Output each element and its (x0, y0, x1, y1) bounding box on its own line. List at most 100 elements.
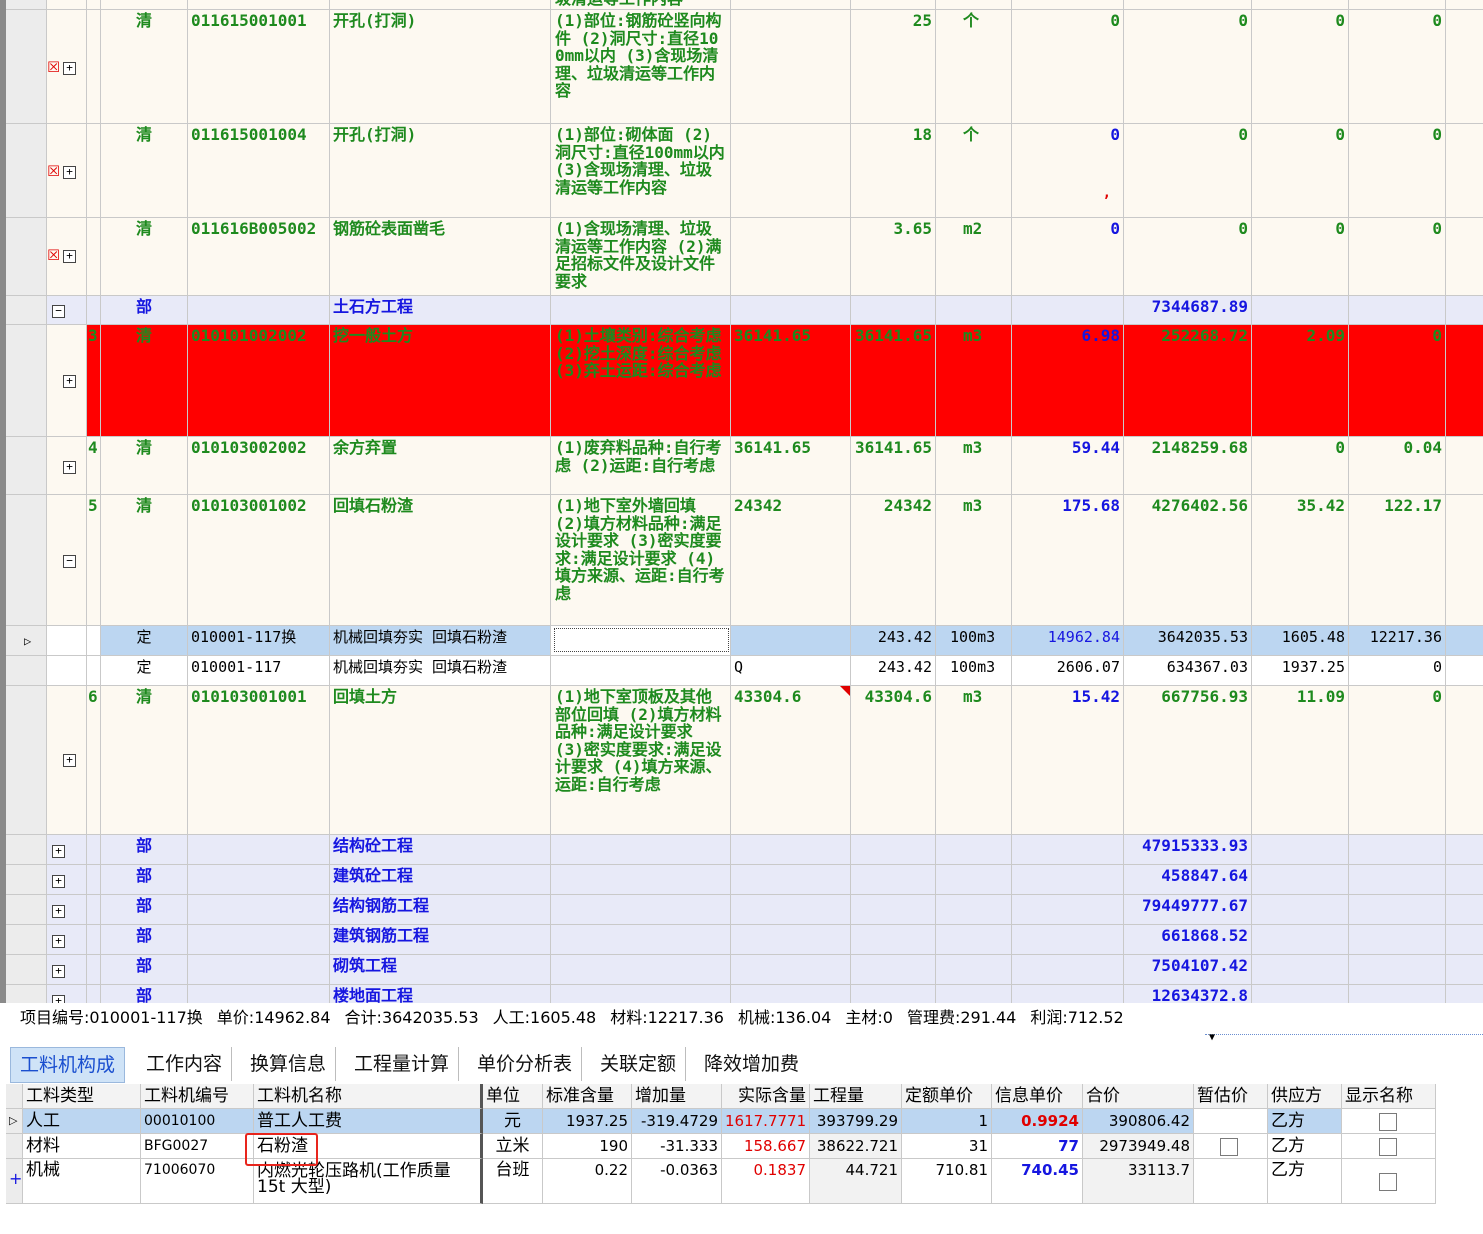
expand-toggle-icon[interactable]: + (52, 965, 65, 978)
section-row[interactable]: − 部 土石方工程 7344687.89 (6, 296, 1483, 325)
column-header[interactable]: 增加量 (632, 1084, 722, 1109)
column-header[interactable]: 合价 (1083, 1084, 1194, 1109)
column-header[interactable]: 暂估价 (1194, 1084, 1268, 1109)
info-price[interactable]: 77 (992, 1134, 1083, 1159)
add-amount[interactable]: -0.0363 (632, 1159, 722, 1204)
expand-toggle-icon[interactable]: + (63, 375, 76, 388)
add-amount[interactable]: -31.333 (632, 1134, 722, 1159)
expand-plus-icon[interactable]: + (6, 1159, 23, 1204)
quota-row[interactable]: 定 010001-117 机械回填夯实 回填石粉渣 Q 243.42 100m3… (6, 656, 1483, 686)
show-name-cell (1342, 1109, 1436, 1134)
quantity-cell: 18 (851, 124, 936, 218)
tab-conversion-info[interactable]: 换算信息 (241, 1047, 337, 1081)
table-row[interactable]: + ☒ 清 011615001004 开孔(打洞) (1)部位:砌体面 (2)洞… (6, 124, 1483, 218)
expand-toggle-icon[interactable]: + (63, 166, 76, 179)
show-name-cell (1342, 1159, 1436, 1204)
collapse-toggle-icon[interactable]: − (63, 555, 76, 568)
quantity: 38622.721 (810, 1134, 902, 1159)
column-header[interactable]: 工料机编号 (141, 1084, 254, 1109)
column-header[interactable]: 工料类型 (23, 1084, 141, 1109)
table-row[interactable]: + 4 清 010103002002 余方弃置 (1)废弃料品种:自行考虑 (2… (6, 437, 1483, 495)
tab-efficiency-surcharge[interactable]: 降效增加费 (695, 1047, 808, 1081)
quota-row-selected[interactable]: ▷ 定 010001-117换 机械回填夯实 回填石粉渣 243.42 100m… (6, 626, 1483, 656)
quota-price: 1 (902, 1109, 992, 1134)
column-header[interactable]: 信息单价 (992, 1084, 1083, 1109)
supplier[interactable]: 乙方 (1268, 1159, 1342, 1204)
add-amount[interactable]: -319.4729 (632, 1109, 722, 1134)
estimate-checkbox[interactable] (1220, 1138, 1238, 1156)
table-row[interactable]: + ☒ 清 011615001001 开孔(打洞) (1)部位:钢筋砼竖向构件 … (6, 10, 1483, 124)
show-name-checkbox[interactable] (1379, 1138, 1397, 1156)
section-row[interactable]: + 部 建筑砼工程 458847.64 (6, 865, 1483, 895)
estimate-cell (1194, 1159, 1268, 1204)
resource-row[interactable]: + 机械 71006070 内燃光轮压路机(工作质量15t 大型) 台班 0.2… (6, 1159, 1436, 1204)
type-cell: 清 (101, 495, 188, 626)
collapse-toggle-icon[interactable]: − (52, 305, 65, 318)
resource-row[interactable]: 材料 BFG0027 石粉渣 立米 190 -31.333 158.667 38… (6, 1134, 1436, 1159)
table-row[interactable]: + ☒ 清 011616B005002 钢筋砼表面凿毛 (1)含现场清理、垃圾清… (6, 218, 1483, 296)
actual-content[interactable]: 158.667 (722, 1134, 810, 1159)
tab-resource-composition[interactable]: 工料机构成 (10, 1047, 126, 1083)
table-row-highlighted[interactable]: + 3 清 010101002002 挖一般土方 (1)土壤类别:综合考虑 (2… (6, 325, 1483, 437)
actual-content[interactable]: 0.1837 (722, 1159, 810, 1204)
expand-toggle-icon[interactable]: + (52, 935, 65, 948)
actual-content[interactable]: 1617.7771 (722, 1109, 810, 1134)
table-row[interactable]: + 6 清 010103001001 回填土方 (1)地下室顶板及其他部位回填 … (6, 686, 1483, 835)
expand-toggle-icon[interactable]: + (63, 62, 76, 75)
cell-editor-input[interactable] (554, 628, 729, 652)
column-header[interactable]: 工程量 (810, 1084, 902, 1109)
expand-toggle-icon[interactable]: + (52, 905, 65, 918)
type-cell: 部 (101, 895, 188, 925)
section-row[interactable]: + 部 砌筑工程 7504107.42 (6, 955, 1483, 985)
expand-toggle-icon[interactable]: + (52, 995, 65, 1003)
type-cell: 部 (101, 955, 188, 985)
column-header[interactable]: 单位 (483, 1084, 543, 1109)
show-name-checkbox[interactable] (1379, 1173, 1397, 1191)
column-header[interactable]: 标准含量 (543, 1084, 632, 1109)
tab-related-quota[interactable]: 关联定额 (591, 1047, 687, 1081)
type-cell: 清 (101, 10, 188, 124)
unit-cell: m3 (936, 325, 1012, 437)
supplier[interactable]: 乙方 (1268, 1134, 1342, 1159)
column-header[interactable]: 定额单价 (902, 1084, 992, 1109)
section-row[interactable]: + 部 结构钢筋工程 79449777.67 (6, 895, 1483, 925)
column-header[interactable]: 工料机名称 (254, 1084, 483, 1109)
quantity-cell: 36141.65 (851, 325, 936, 437)
column-header[interactable]: 显示名称 (1342, 1084, 1436, 1109)
resource-row-selected[interactable]: ▷ 人工 00010100 普工人工费 元 1937.25 -319.4729 … (6, 1109, 1436, 1134)
tab-work-content[interactable]: 工作内容 (137, 1047, 233, 1081)
expand-toggle-icon[interactable]: + (63, 461, 76, 474)
disabled-item-icon: ☒ (47, 53, 61, 78)
table-row[interactable]: 圾清运等工作内容 (6, 0, 1483, 10)
tab-unit-price-analysis[interactable]: 单价分析表 (468, 1047, 583, 1081)
supplier[interactable]: 乙方 (1268, 1109, 1342, 1134)
feature-cell: 圾清运等工作内容 (551, 0, 731, 10)
column-header[interactable]: 供应方 (1268, 1084, 1342, 1109)
table-row[interactable]: − 5 清 010103001002 回填石粉渣 (1)地下室外墙回填 (2)填… (6, 495, 1483, 626)
expand-toggle-icon[interactable]: + (52, 875, 65, 888)
tab-quantity-calc[interactable]: 工程量计算 (345, 1047, 460, 1081)
total-cell: 2148259.68 (1124, 437, 1252, 495)
expand-toggle-icon[interactable]: + (52, 845, 65, 858)
info-price[interactable]: 740.45 (992, 1159, 1083, 1204)
expand-toggle-icon[interactable]: + (63, 754, 76, 767)
type-cell: 部 (101, 985, 188, 1003)
line-total: 390806.42 (1083, 1109, 1194, 1134)
panel-splitter[interactable]: ▼ (1205, 1032, 1483, 1043)
section-row[interactable]: + 部 建筑钢筋工程 661868.52 (6, 925, 1483, 955)
feature-edit-cell[interactable] (551, 626, 731, 656)
info-price: 单价:14962.84 (216, 1008, 331, 1027)
column-header[interactable]: 实际含量 (722, 1084, 810, 1109)
line-total: 2973949.48 (1083, 1134, 1194, 1159)
unit-cell: 100m3 (936, 626, 1012, 656)
show-name-checkbox[interactable] (1379, 1113, 1397, 1131)
quantity-cell: 243.42 (851, 626, 936, 656)
chevron-down-icon[interactable]: ▼ (1209, 1032, 1215, 1043)
type-cell: 部 (101, 296, 188, 325)
info-price[interactable]: 0.9924 (992, 1109, 1083, 1134)
section-row[interactable]: + 部 结构砼工程 47915333.93 (6, 835, 1483, 865)
name-cell: 砌筑工程 (330, 955, 551, 985)
expand-toggle-icon[interactable]: + (63, 250, 76, 263)
feature-cell: (1)含现场清理、垃圾清运等工作内容 (2)满足招标文件及设计文件要求 (551, 218, 731, 296)
section-row[interactable]: + 部 楼地面工程 12634372.8 (6, 985, 1483, 1003)
